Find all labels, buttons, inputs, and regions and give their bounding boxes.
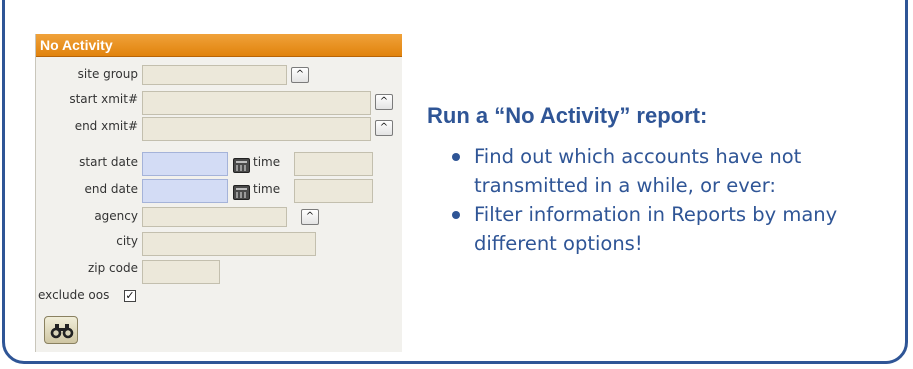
start-xmit-lookup-button[interactable]: ^ [375, 94, 393, 110]
site-group-field[interactable] [142, 65, 287, 85]
end-xmit-label: end xmit# [74, 119, 138, 133]
search-button[interactable] [44, 316, 78, 344]
zip-code-field[interactable] [142, 260, 220, 284]
panel-header: No Activity [36, 34, 402, 57]
chevron-up-icon: ^ [379, 122, 389, 133]
start-date-label: start date [79, 155, 138, 169]
report-heading: Run a “No Activity” report: [427, 103, 708, 128]
city-field[interactable] [142, 232, 316, 256]
agency-lookup-button[interactable]: ^ [301, 209, 319, 225]
site-group-lookup-button[interactable]: ^ [291, 67, 309, 83]
agency-field[interactable] [142, 207, 287, 227]
end-time-field[interactable] [294, 179, 373, 203]
end-xmit-lookup-button[interactable]: ^ [375, 120, 393, 136]
exclude-oos-checkbox[interactable]: ✓ [124, 290, 136, 302]
start-date-field[interactable] [142, 152, 228, 176]
list-item: Find out which accounts have not transmi… [450, 142, 890, 200]
list-item: Filter information in Reports by many di… [450, 200, 890, 258]
bullet-icon [452, 153, 460, 161]
start-xmit-field[interactable] [142, 91, 371, 115]
city-label: city [116, 234, 138, 248]
chevron-up-icon: ^ [295, 69, 305, 80]
panel-title: No Activity [40, 37, 113, 53]
start-xmit-label: start xmit# [69, 92, 138, 106]
exclude-oos-label: exclude oos [38, 288, 110, 302]
site-group-label: site group [77, 67, 138, 81]
info-bullet-list: Find out which accounts have not transmi… [450, 142, 890, 258]
bullet-text: Find out which accounts have not transmi… [474, 145, 802, 197]
end-time-label: time [253, 182, 281, 196]
calendar-icon[interactable] [233, 158, 250, 173]
calendar-icon[interactable] [233, 185, 250, 200]
chevron-up-icon: ^ [379, 96, 389, 107]
zip-code-label: zip code [87, 261, 138, 275]
agency-label: agency [94, 209, 138, 223]
bullet-text: Filter information in Reports by many di… [474, 203, 838, 255]
end-xmit-field[interactable] [142, 117, 371, 141]
end-date-field[interactable] [142, 179, 228, 203]
no-activity-panel: No Activity site group ^ start xmit# ^ e… [35, 34, 402, 352]
bullet-icon [452, 211, 460, 219]
start-time-label: time [253, 155, 281, 169]
end-date-label: end date [84, 182, 138, 196]
binoculars-icon [50, 324, 74, 339]
checkmark-icon: ✓ [125, 289, 135, 302]
start-time-field[interactable] [294, 152, 373, 176]
chevron-up-icon: ^ [305, 211, 315, 222]
